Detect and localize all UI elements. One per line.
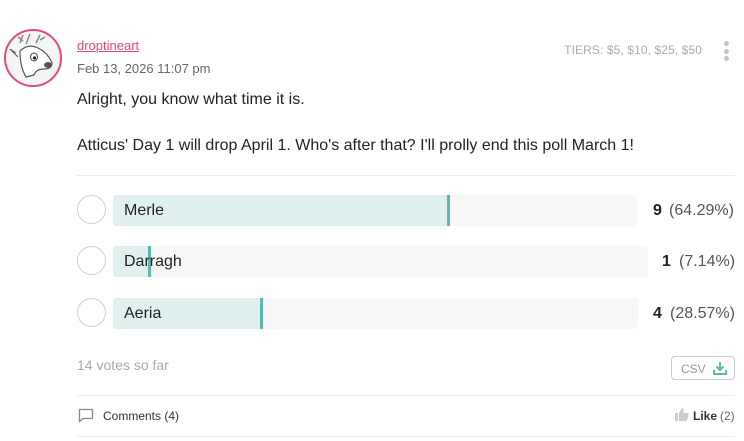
like-label: Like: [693, 409, 718, 423]
divider: [77, 436, 735, 437]
poll-option[interactable]: Aeria 4 (28.57%): [77, 296, 737, 329]
like-count: (2): [720, 409, 735, 423]
poll-radio[interactable]: [77, 246, 106, 275]
poll-vote-count: 1: [662, 253, 671, 270]
poll-option[interactable]: Merle 9 (64.29%): [77, 193, 737, 226]
poll-vote-count: 9: [653, 202, 662, 219]
post-text-line-1: Alright, you know what time it is.: [77, 91, 305, 108]
deer-avatar-icon: [6, 31, 60, 85]
poll-option-label: Darragh: [124, 253, 182, 270]
comments-label: Comments (4): [103, 409, 180, 423]
csv-label: CSV: [681, 362, 706, 376]
post-date: Feb 13, 2026 11:07 pm: [77, 61, 211, 76]
avatar[interactable]: [4, 29, 62, 87]
download-icon: [713, 362, 727, 375]
author-link[interactable]: droptineart: [77, 38, 139, 53]
divider: [77, 395, 735, 396]
csv-download-button[interactable]: CSV: [671, 356, 735, 380]
poll-bar-track: [113, 298, 638, 329]
poll-radio[interactable]: [77, 298, 106, 327]
post-text-line-2: Atticus' Day 1 will drop April 1. Who's …: [77, 137, 634, 154]
thumbs-up-icon: [675, 408, 689, 421]
poll-option-label: Merle: [124, 202, 165, 219]
tiers-label: TIERS: $5, $10, $25, $50: [564, 43, 702, 57]
poll-bar-track: [113, 246, 648, 277]
like-button[interactable]: Like (2): [674, 407, 736, 425]
poll-vote-percent: (7.14%): [679, 253, 736, 270]
divider: [77, 175, 735, 176]
poll-radio[interactable]: [77, 195, 106, 224]
poll-option[interactable]: Darragh 1 (7.14%): [77, 244, 737, 277]
poll-bar-track: [113, 195, 637, 226]
poll-option-label: Aeria: [124, 305, 162, 322]
poll-vote-count: 4: [653, 305, 662, 322]
votes-summary: 14 votes so far: [77, 357, 169, 373]
kebab-menu-icon[interactable]: [720, 41, 732, 63]
comment-icon: [78, 408, 94, 423]
poll-vote-percent: (28.57%): [670, 305, 735, 322]
poll-vote-percent: (64.29%): [669, 202, 734, 219]
